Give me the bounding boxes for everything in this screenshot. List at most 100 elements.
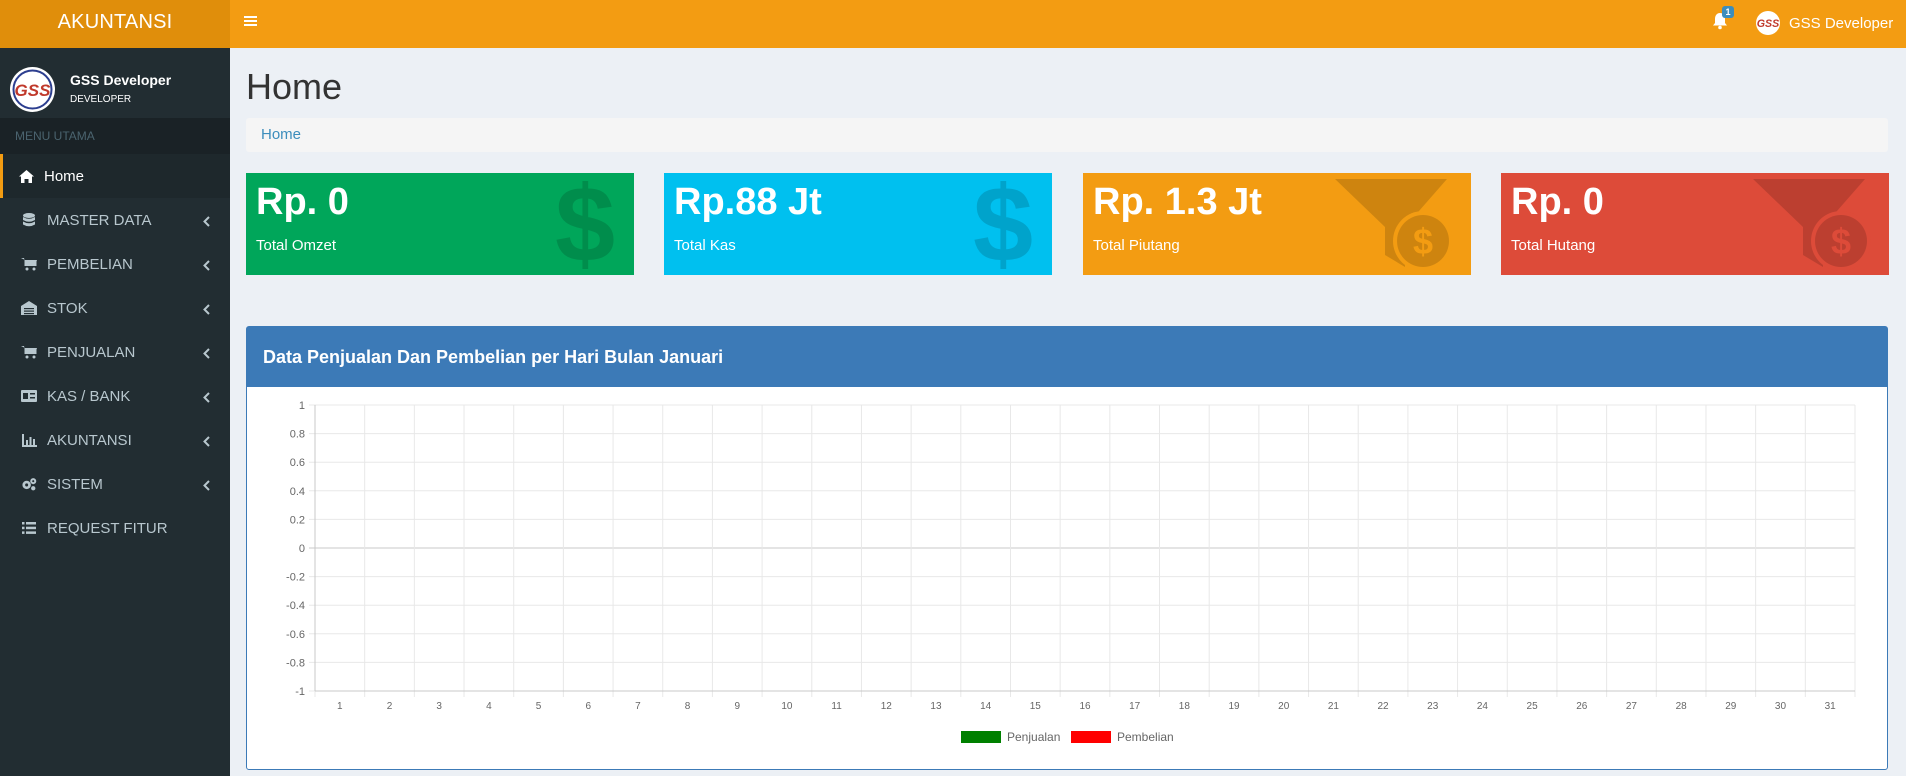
sidebar: GSS GSS Developer DEVELOPER MENU UTAMA H…: [0, 48, 230, 776]
x-tick-label: 14: [980, 701, 992, 712]
sales-purchase-chart: 10.80.60.40.20-0.2-0.4-0.6-0.8-11 2 3 4 5 6 7 8…: [286, 400, 1856, 744]
x-tick-label: 12: [881, 701, 893, 712]
stat-label: Total Kas: [674, 237, 736, 254]
x-tick-label: 4: [486, 701, 492, 712]
sidebar-item-pembelian[interactable]: PEMBELIAN: [0, 242, 230, 286]
sidebar-item-label: STOK: [47, 299, 88, 317]
sidebar-item-kas-bank[interactable]: KAS / BANK: [0, 374, 230, 418]
sidebar-item-stok[interactable]: STOK: [0, 286, 230, 330]
chevron-left-icon: [203, 434, 210, 447]
x-tick-label: 23: [1427, 701, 1439, 712]
chevron-left-icon: [203, 302, 210, 315]
sidebar-item-request-fitur[interactable]: REQUEST FITUR: [0, 506, 230, 550]
x-tick-label: 19: [1228, 701, 1240, 712]
legend-label: Penjualan: [1007, 730, 1060, 744]
money-card-icon: [21, 389, 37, 403]
gears-icon: [21, 477, 37, 491]
svg-text:$: $: [1413, 221, 1433, 262]
sidebar-item-label: SISTEM: [47, 475, 103, 493]
sidebar-item-label: Home: [44, 167, 85, 185]
y-tick-label: 0.2: [290, 514, 305, 526]
sidebar-item-label: PENJUALAN: [47, 343, 136, 361]
x-tick-label: 17: [1129, 701, 1141, 712]
stat-box-hutang[interactable]: Rp. 0 Total Hutang $: [1501, 173, 1889, 275]
panel-title: Data Penjualan Dan Pembelian per Hari Bu…: [247, 327, 1887, 387]
sidebar-item-akuntansi[interactable]: AKUNTANSI: [0, 418, 230, 462]
chevron-left-icon: [203, 346, 210, 359]
y-tick-label: 1: [299, 400, 305, 412]
breadcrumb[interactable]: Home: [246, 118, 1888, 152]
y-tick-label: 0.4: [290, 486, 305, 498]
stat-box-kas[interactable]: Rp.88 Jt Total Kas $: [664, 173, 1052, 275]
dollar-icon: $: [550, 173, 620, 275]
chevron-left-icon: [203, 258, 210, 271]
stat-box-piutang[interactable]: Rp. 1.3 Jt Total Piutang $: [1083, 173, 1471, 275]
sidebar-menu: Home MASTER DATA PEMBELIAN STOK PENJUALA…: [0, 154, 230, 550]
x-tick-label: 24: [1477, 701, 1489, 712]
x-tick-label: 29: [1725, 701, 1737, 712]
legend-swatch: [1071, 731, 1111, 743]
funnel-dollar-icon: $: [1751, 177, 1875, 275]
menu-header: MENU UTAMA: [0, 118, 230, 154]
svg-text:GSS: GSS: [15, 81, 52, 100]
y-tick-label: -0.4: [286, 600, 305, 612]
user-panel: GSS GSS Developer DEVELOPER: [0, 48, 230, 118]
stat-box-omzet[interactable]: Rp. 0 Total Omzet $: [246, 173, 634, 275]
app-logo[interactable]: AKUNTANSI: [0, 0, 230, 48]
y-tick-label: -0.2: [286, 572, 305, 584]
x-tick-label: 30: [1775, 701, 1787, 712]
home-icon: [18, 169, 34, 183]
x-tick-label: 11: [831, 701, 842, 712]
stat-value: Rp. 0: [256, 181, 349, 223]
x-tick-label: 27: [1626, 701, 1638, 712]
svg-text:$: $: [555, 177, 615, 269]
chevron-left-icon: [203, 390, 210, 403]
x-tick-label: 5: [536, 701, 542, 712]
line-chart-icon: [21, 433, 37, 447]
sidebar-item-penjualan[interactable]: PENJUALAN: [0, 330, 230, 374]
stat-label: Total Piutang: [1093, 237, 1180, 254]
chevron-left-icon: [203, 478, 210, 491]
sidebar-item-sistem[interactable]: SISTEM: [0, 462, 230, 506]
sidebar-item-master-data[interactable]: MASTER DATA: [0, 198, 230, 242]
svg-text:$: $: [973, 177, 1033, 269]
x-tick-label: 18: [1179, 701, 1191, 712]
stat-label: Total Omzet: [256, 237, 337, 254]
sidebar-toggle-icon[interactable]: [244, 14, 258, 30]
x-tick-label: 15: [1030, 701, 1042, 712]
y-tick-label: 0.6: [290, 457, 305, 469]
funnel-dollar-icon: $: [1333, 177, 1457, 275]
sidebar-item-home[interactable]: Home: [0, 154, 230, 198]
x-tick-label: 25: [1527, 701, 1539, 712]
x-tick-label: 10: [781, 701, 793, 712]
user-name: GSS Developer: [1789, 14, 1894, 32]
cart-icon: [21, 345, 37, 359]
legend-label: Pembelian: [1117, 730, 1174, 744]
chevron-left-icon: [203, 214, 210, 227]
x-tick-label: 20: [1278, 701, 1290, 712]
avatar: GSS: [10, 67, 55, 112]
sidebar-user-name: GSS Developer: [70, 72, 172, 88]
x-tick-label: 2: [387, 701, 393, 712]
x-tick-label: 6: [585, 701, 591, 712]
x-tick-label: 7: [635, 701, 641, 712]
y-tick-label: 0.8: [290, 429, 305, 441]
user-menu[interactable]: GSS GSS Developer: [1756, 10, 1893, 36]
x-tick-label: 26: [1576, 701, 1588, 712]
x-tick-label: 16: [1079, 701, 1091, 712]
sidebar-user-role: DEVELOPER: [70, 94, 132, 105]
x-tick-label: 1: [337, 701, 343, 712]
y-tick-label: 0: [299, 543, 305, 555]
stat-value: Rp.88 Jt: [674, 181, 822, 223]
avatar: GSS: [1756, 11, 1780, 35]
sidebar-item-label: AKUNTANSI: [47, 431, 132, 449]
stat-value: Rp. 0: [1511, 181, 1604, 223]
x-tick-label: 8: [685, 701, 691, 712]
database-icon: [21, 213, 37, 227]
stat-label: Total Hutang: [1511, 237, 1596, 254]
sidebar-item-label: KAS / BANK: [47, 387, 131, 405]
y-tick-label: -0.8: [286, 657, 305, 669]
x-tick-label: 13: [930, 701, 942, 712]
sales-purchase-panel: Data Penjualan Dan Pembelian per Hari Bu…: [246, 326, 1888, 770]
notification-badge: 1: [1722, 6, 1734, 18]
